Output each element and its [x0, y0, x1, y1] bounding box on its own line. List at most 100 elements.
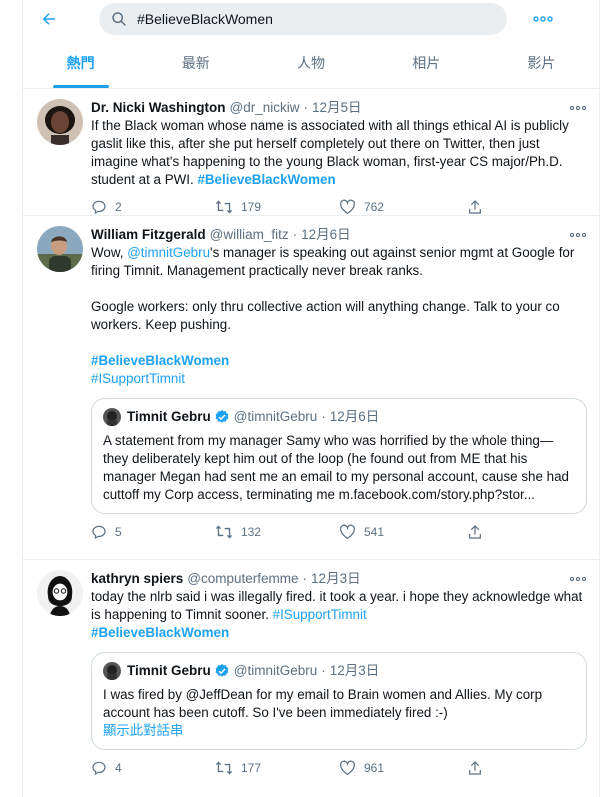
- tweet-more-button[interactable]: [569, 570, 587, 588]
- retweet-button[interactable]: 179: [215, 199, 339, 215]
- search-tabs: 熱門 最新 人物 相片 影片: [23, 38, 599, 89]
- like-button[interactable]: 762: [339, 199, 467, 215]
- tweet[interactable]: kathryn spiers @computerfemme · 12月3日 to…: [23, 560, 599, 797]
- verified-badge-icon: [214, 409, 230, 425]
- heart-icon: [340, 524, 355, 540]
- tweet-body: Google workers: only thru collective act…: [91, 299, 560, 332]
- search-icon: [112, 12, 126, 26]
- reply-icon: [92, 200, 106, 215]
- share-icon: [469, 525, 481, 539]
- tab-people[interactable]: 人物: [253, 38, 368, 88]
- more-options-button[interactable]: [533, 16, 553, 22]
- quoted-tweet-text: I was fired by @JeffDean for my email to…: [103, 687, 543, 720]
- share-icon: [469, 200, 481, 214]
- search-input[interactable]: [137, 11, 477, 27]
- retweet-icon: [215, 761, 233, 775]
- hashtag-link[interactable]: #ISupportTimnit: [273, 607, 367, 622]
- hashtag-link[interactable]: #BelieveBlackWomen: [91, 625, 229, 640]
- mention-link[interactable]: @timnitGebru: [127, 245, 210, 260]
- tweet-actions: 4 177 961: [91, 750, 587, 786]
- reply-count: 2: [115, 200, 122, 214]
- share-button[interactable]: [467, 760, 483, 776]
- more-icon: [570, 233, 586, 237]
- reply-button[interactable]: 2: [91, 199, 215, 215]
- tweet-more-button[interactable]: [569, 226, 587, 244]
- tab-videos[interactable]: 影片: [484, 38, 599, 88]
- share-button[interactable]: [467, 524, 483, 540]
- back-arrow-icon: [42, 13, 55, 25]
- avatar[interactable]: [37, 226, 83, 272]
- tweet[interactable]: Dr. Nicki Washington @dr_nickiw · 12月5日 …: [23, 89, 599, 216]
- tweet-more-button[interactable]: [569, 99, 587, 117]
- tab-top[interactable]: 熱門: [23, 38, 138, 88]
- reply-count: 4: [115, 761, 122, 775]
- search-timeline: 熱門 最新 人物 相片 影片 Dr. Nicki Washington @dr_…: [22, 0, 600, 797]
- tweet-body: Wow,: [91, 245, 128, 260]
- hashtag-link[interactable]: #BelieveBlackWomen: [197, 172, 335, 187]
- reply-button[interactable]: 5: [91, 524, 215, 540]
- tweet[interactable]: William Fitzgerald @william_fitz · 12月6日…: [23, 216, 599, 560]
- quoted-tweet-text: A statement from my manager Samy who was…: [103, 433, 569, 502]
- retweet-icon: [215, 525, 233, 539]
- quoted-author-name: Timnit Gebru: [127, 663, 211, 678]
- avatar: [103, 408, 121, 426]
- reply-icon: [92, 525, 106, 540]
- separator-dot: ·: [303, 100, 309, 115]
- tab-photos[interactable]: 相片: [369, 38, 484, 88]
- quoted-tweet[interactable]: Timnit Gebru @timnitGebru · 12月6日 A stat…: [91, 398, 587, 514]
- author-handle[interactable]: @dr_nickiw: [230, 99, 300, 117]
- reply-button[interactable]: 4: [91, 760, 215, 776]
- quoted-tweet-date: 12月6日: [329, 409, 380, 424]
- more-icon: [570, 577, 586, 581]
- heart-icon: [340, 199, 355, 215]
- tweet-actions: 5 132 541: [91, 514, 587, 550]
- verified-badge-icon: [214, 663, 230, 679]
- tweet-date[interactable]: 12月5日: [312, 99, 362, 117]
- like-button[interactable]: 961: [339, 760, 467, 776]
- separator-dot: ·: [321, 663, 326, 678]
- author-handle[interactable]: @computerfemme: [187, 570, 298, 588]
- author-name[interactable]: kathryn spiers: [91, 570, 183, 588]
- quoted-tweet-date: 12月3日: [329, 663, 380, 678]
- search-header: [23, 0, 599, 38]
- tweet-text: If the Black woman whose name is associa…: [91, 117, 587, 189]
- avatar[interactable]: [37, 570, 83, 616]
- separator-dot: ·: [292, 227, 298, 242]
- tweet-date[interactable]: 12月6日: [301, 226, 351, 244]
- reply-count: 5: [115, 525, 122, 539]
- avatar: [103, 662, 121, 680]
- show-thread-link[interactable]: 顯示此對話串: [103, 722, 575, 740]
- like-count: 961: [364, 761, 385, 775]
- back-button[interactable]: [31, 1, 67, 37]
- quoted-author-name: Timnit Gebru: [127, 409, 211, 424]
- author-handle[interactable]: @william_fitz: [210, 226, 289, 244]
- like-count: 541: [364, 525, 385, 539]
- retweet-button[interactable]: 132: [215, 524, 339, 540]
- like-button[interactable]: 541: [339, 524, 467, 540]
- tweet-text: Wow, @timnitGebru's manager is speaking …: [91, 244, 587, 388]
- quoted-author-handle: @timnitGebru: [233, 663, 318, 678]
- author-name[interactable]: Dr. Nicki Washington: [91, 99, 226, 117]
- tab-latest[interactable]: 最新: [138, 38, 253, 88]
- avatar[interactable]: [37, 99, 83, 145]
- share-button[interactable]: [467, 199, 483, 215]
- more-icon: [533, 16, 553, 22]
- heart-icon: [340, 760, 355, 776]
- retweet-button[interactable]: 177: [215, 760, 339, 776]
- hashtag-link[interactable]: #ISupportTimnit: [91, 371, 185, 386]
- share-icon: [469, 761, 481, 775]
- author-name[interactable]: William Fitzgerald: [91, 226, 206, 244]
- retweet-count: 132: [241, 525, 262, 539]
- hashtag-link[interactable]: #BelieveBlackWomen: [91, 353, 229, 368]
- more-icon: [570, 106, 586, 110]
- quoted-author-handle: @timnitGebru: [233, 409, 318, 424]
- separator-dot: ·: [321, 409, 326, 424]
- separator-dot: ·: [302, 571, 308, 586]
- tweet-text: today the nlrb said i was illegally fire…: [91, 588, 587, 642]
- retweet-count: 177: [241, 761, 262, 775]
- reply-icon: [92, 761, 106, 776]
- tweet-date[interactable]: 12月3日: [311, 570, 361, 588]
- retweet-count: 179: [241, 200, 262, 214]
- quoted-tweet[interactable]: Timnit Gebru @timnitGebru · 12月3日 I was …: [91, 652, 587, 750]
- search-box[interactable]: [99, 3, 507, 35]
